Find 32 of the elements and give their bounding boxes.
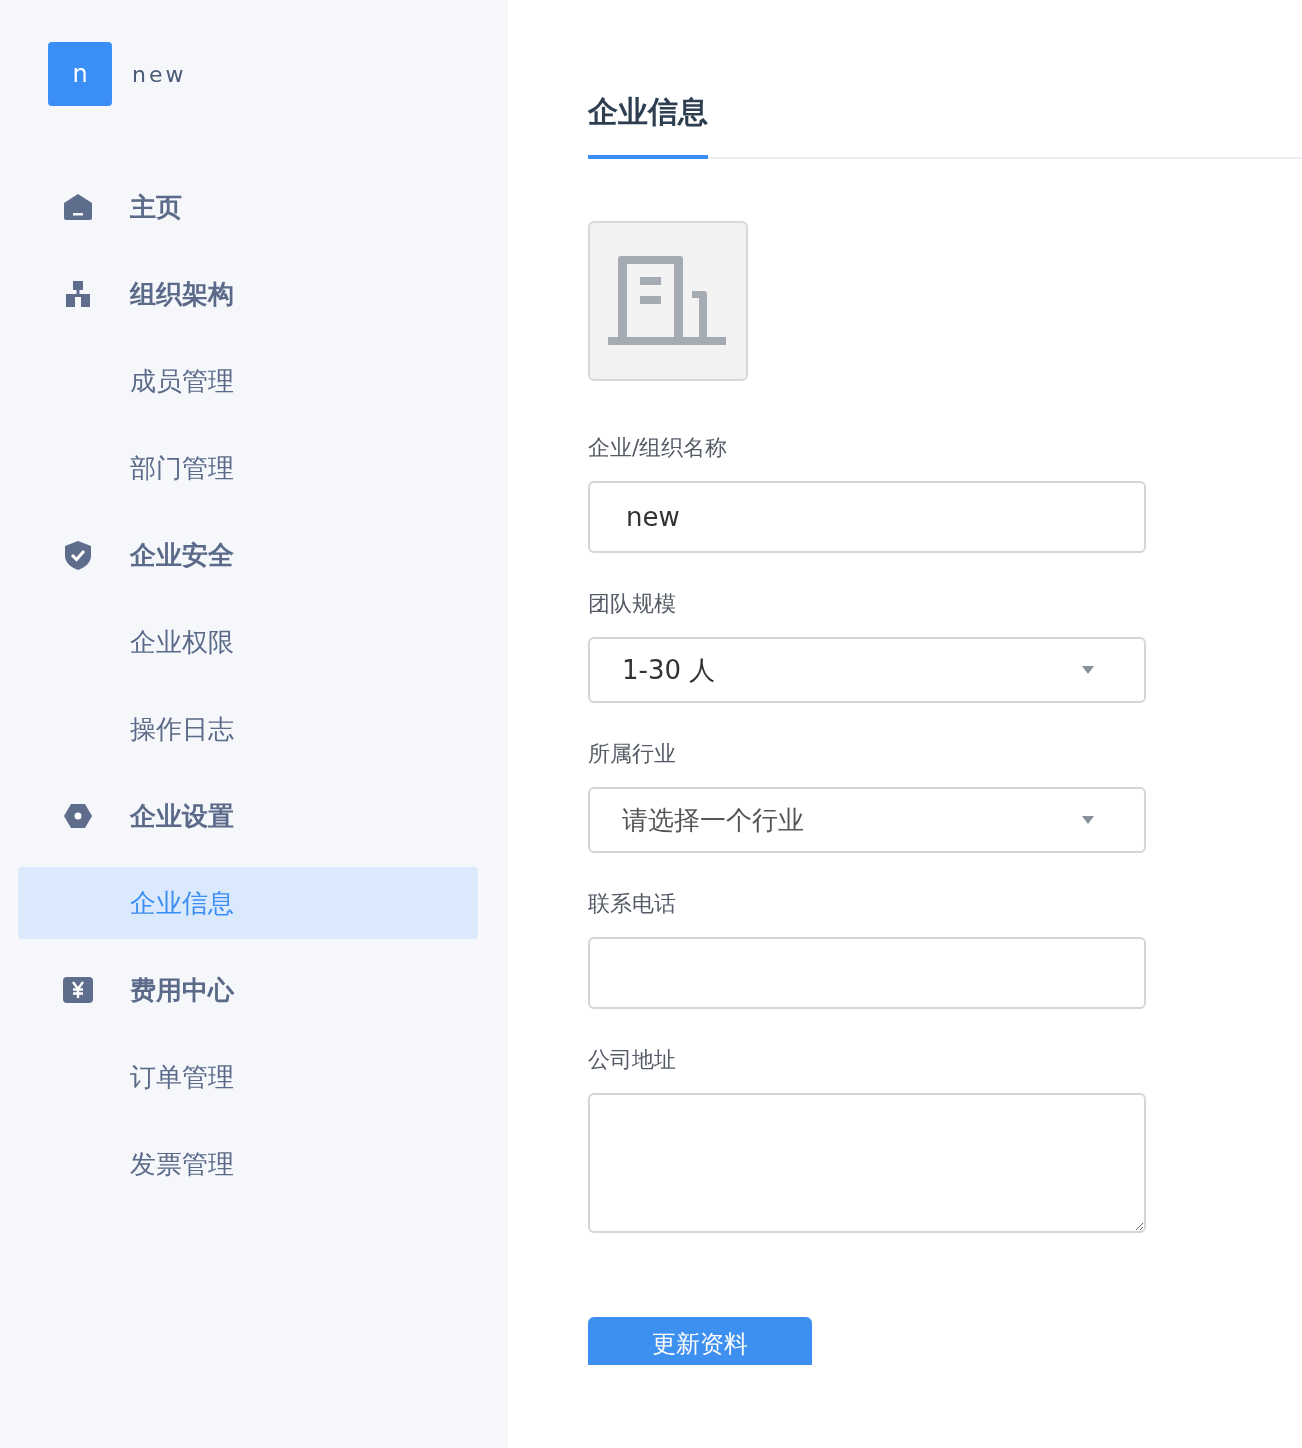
company-logo-upload[interactable] [588,221,748,381]
text-field[interactable]: new [588,481,1146,553]
update-button[interactable]: 更新资料 [588,1317,812,1365]
nav-item[interactable]: 发票管理 [18,1128,478,1200]
nav-group[interactable]: 主页 [18,171,478,243]
field-label: 所属行业 [588,740,677,768]
nav-item[interactable]: 企业权限 [18,606,478,678]
nav-item[interactable]: 企业信息 [18,867,478,939]
caret-icon [1082,816,1094,824]
brand-logo: n [48,42,112,106]
nav-group[interactable]: 企业安全 [18,519,478,591]
field-label: 公司地址 [588,1046,677,1074]
select-field[interactable]: 请选择一个行业 [588,787,1146,853]
home-icon [62,191,94,223]
nav-item[interactable]: 成员管理 [18,345,478,417]
field-label: 联系电话 [588,890,677,918]
text-field[interactable] [588,937,1146,1009]
brand-name: new [132,61,187,87]
yen-icon [62,974,94,1006]
select-field[interactable]: 1-30 人 [588,637,1146,703]
nav-item[interactable]: 操作日志 [18,693,478,765]
nav-item[interactable]: 部门管理 [18,432,478,504]
nav-item[interactable]: 订单管理 [18,1041,478,1113]
tab[interactable]: 企业信息 [588,92,708,159]
field-label: 团队规模 [588,590,677,618]
caret-icon [1082,666,1094,674]
nav-group[interactable]: 企业设置 [18,780,478,852]
nav-group[interactable]: 费用中心 [18,954,478,1026]
field-label: 企业/组织名称 [588,434,729,462]
shield-check-icon [62,539,94,571]
address-field[interactable] [588,1093,1146,1233]
nav-group[interactable]: 组织架构 [18,258,478,330]
